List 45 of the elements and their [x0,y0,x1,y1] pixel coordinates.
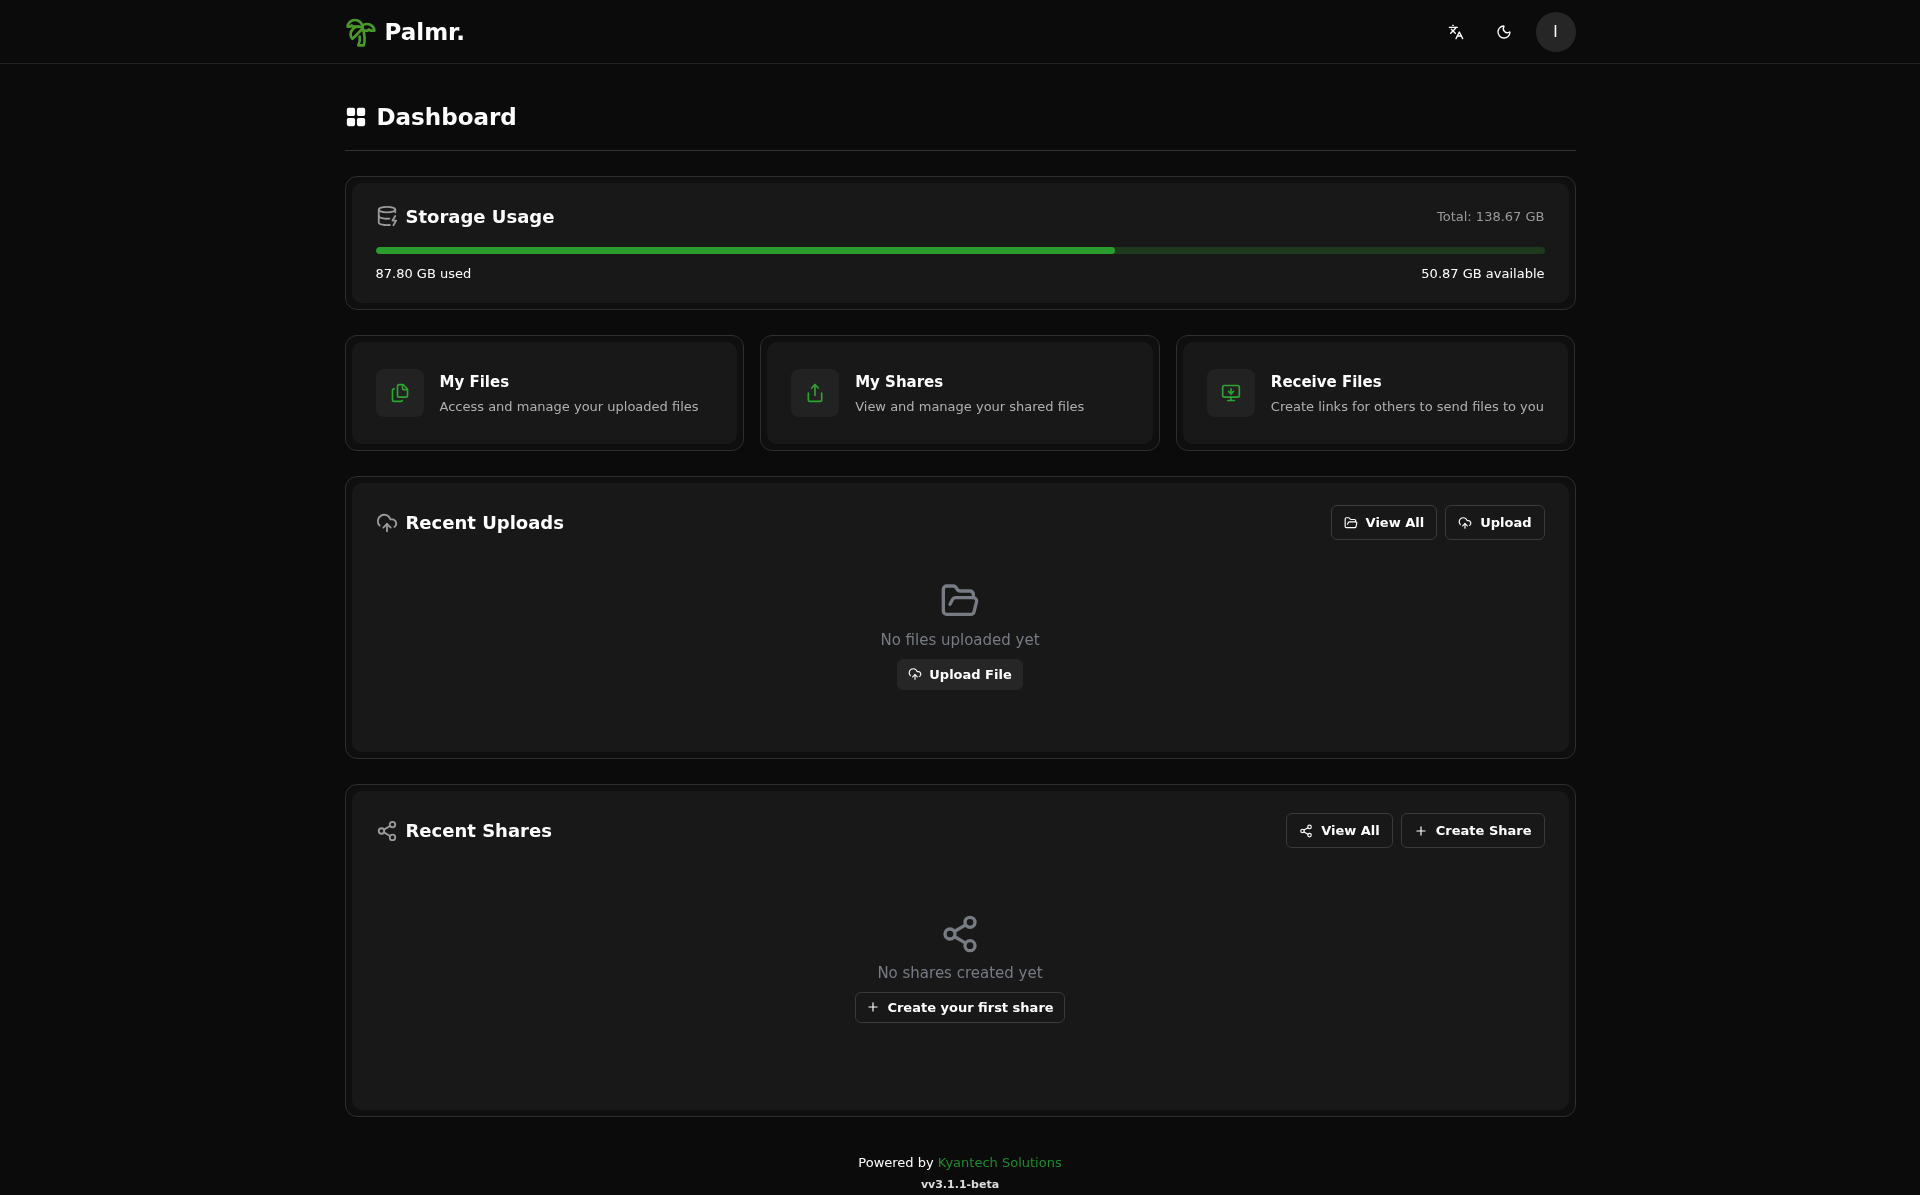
plus-icon [1413,823,1428,838]
database-icon [375,205,398,227]
folder-icon [1343,515,1358,530]
empty-message: No files uploaded yet [880,630,1040,649]
company-link[interactable]: Kyantech Solutions [937,1155,1062,1170]
quick-action-card[interactable]: My Shares View and manage your shared files [767,342,1153,444]
brand-name: Palmr. [384,18,465,45]
empty-action-button[interactable]: Create your first share [855,991,1065,1023]
share-icon [940,913,980,954]
share-icon [805,383,826,403]
quick-action-description: Access and manage your uploaded files [439,398,699,414]
quick-action-card[interactable]: Receive Files Create links for others to send files to you [1182,342,1569,444]
quick-action-title: Receive Files [1270,372,1383,391]
section-button[interactable]: Upload [1445,505,1545,540]
cloud-upload-icon [1458,515,1473,530]
version-label: vv3.1.1-beta [920,1178,1000,1191]
section-button[interactable]: Create Share [1400,813,1545,848]
cloud-upload-icon [908,667,923,681]
section-title: Recent Uploads [405,512,564,533]
monitor-download-icon [1220,383,1241,403]
section-button[interactable]: View All [1286,813,1393,848]
user-avatar[interactable]: I [1535,11,1576,52]
moon-icon [1495,23,1512,40]
card-title: Storage Usage [405,205,555,227]
translate-icon [1447,23,1464,40]
share-icon [1299,823,1314,838]
quick-action-card[interactable]: My Files Access and manage your uploaded files [351,342,738,444]
quick-action-title: My Files [439,372,511,391]
plus-icon [866,1000,881,1014]
storage-used: 87.80 GB used [375,266,472,281]
empty-message: No shares created yet [877,963,1043,982]
quick-action-title: My Shares [855,372,945,391]
section-title: Recent Shares [405,820,552,841]
storage-total: Total: 138.67 GB [1437,208,1545,224]
cloud-upload-icon [375,511,398,534]
storage-available: 50.87 GB available [1421,266,1545,281]
files-icon [389,383,410,403]
quick-action-description: Create links for others to send files to you [1270,398,1544,414]
empty-action-button[interactable]: Upload File [897,658,1023,690]
page-title: Dashboard [376,104,517,130]
share-icon [375,819,398,842]
section-button[interactable]: View All [1330,505,1438,540]
dashboard-icon [344,106,367,128]
quick-action-description: View and manage your shared files [855,398,1085,414]
footer-credit: Powered by Kyantech Solutions [858,1155,1062,1170]
